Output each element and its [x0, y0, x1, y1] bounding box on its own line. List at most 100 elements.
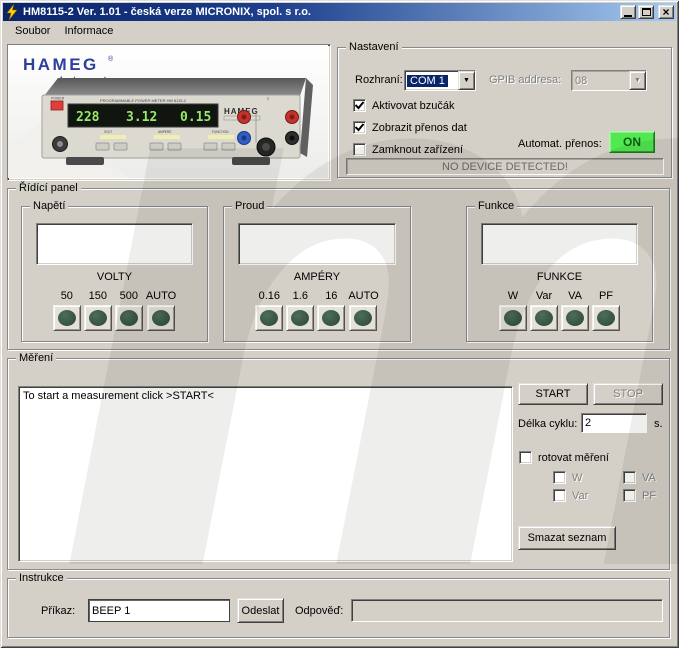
settings-legend: Nastavení — [346, 41, 402, 53]
command-input[interactable] — [88, 599, 230, 622]
range-label: 500 — [120, 290, 138, 302]
transfer-label: Zobrazit přenos dat — [372, 122, 467, 134]
svg-text:VOLT: VOLT — [104, 130, 112, 134]
check-icon — [354, 100, 365, 111]
svg-text:⏚: ⏚ — [266, 95, 270, 101]
function-legend: Funkce — [475, 200, 517, 212]
current-range-auto-button[interactable] — [349, 305, 377, 331]
voltage-range-50-button[interactable] — [53, 305, 81, 331]
function-w-button[interactable] — [499, 305, 527, 331]
current-group: Proud AMPÉRY 0.16 1.6 16 AUTO — [223, 206, 411, 342]
gpib-combo: 08 ▼ — [571, 70, 647, 91]
gpib-label: GPIB addresa: — [489, 74, 561, 86]
display-value-amps: 3.12 — [126, 110, 157, 125]
range-label: 1.6 — [293, 290, 308, 302]
rotate-va-label: VA — [642, 472, 656, 484]
device-photo: HAMEG ® Instruments POWER PROGRAMMABLE P… — [7, 44, 331, 181]
check-icon — [354, 122, 365, 133]
rotate-w-label: W — [572, 472, 582, 484]
function-meter-display — [481, 223, 638, 265]
window-title: HM8115-2 Ver. 1.01 - česká verze MICRONI… — [23, 6, 618, 18]
function-var-button[interactable] — [530, 305, 558, 331]
voltage-range-buttons: 50 150 500 AUTO — [22, 290, 207, 331]
rotate-checkbox-row: rotovat měření — [519, 451, 609, 464]
instructions-group: Instrukce Příkaz: Odeslat Odpověď: — [7, 578, 670, 638]
menu-bar: Soubor Informace — [3, 21, 676, 40]
interface-combo-arrow-icon[interactable]: ▼ — [458, 71, 475, 90]
function-meter-label: FUNKCE — [467, 271, 652, 283]
auto-transfer-toggle[interactable]: ON — [609, 131, 655, 153]
interface-combo-value: COM 1 — [407, 75, 448, 87]
voltage-legend: Napětí — [30, 200, 68, 212]
transfer-checkbox[interactable] — [353, 121, 366, 134]
current-range-16-button[interactable] — [286, 305, 314, 331]
led-icon — [58, 310, 76, 326]
cycle-length-label: Délka cyklu: — [518, 418, 577, 430]
rotate-checkbox[interactable] — [519, 451, 532, 464]
cycle-length-input[interactable] — [581, 413, 647, 433]
voltage-range-auto-button[interactable] — [147, 305, 175, 331]
led-icon — [322, 310, 340, 326]
clear-list-button[interactable]: Smazat seznam — [518, 526, 616, 550]
svg-text:AMPERE: AMPERE — [158, 130, 171, 134]
menu-informace[interactable]: Informace — [58, 23, 119, 39]
rotate-pf-label: PF — [642, 490, 656, 502]
rotate-pf-row: PF — [623, 489, 656, 502]
display-value-volts: 228 — [76, 110, 100, 125]
display-value-watts: 0.15 — [180, 110, 211, 125]
lock-label: Zamknout zařízení — [372, 144, 463, 156]
current-meter-label: AMPÉRY — [224, 271, 410, 283]
function-va-button[interactable] — [561, 305, 589, 331]
app-window: HM8115-2 Ver. 1.01 - česká verze MICRONI… — [0, 0, 679, 648]
current-range-016-button[interactable] — [255, 305, 283, 331]
auto-transfer-label: Automat. přenos: — [518, 138, 602, 150]
close-button[interactable]: × — [658, 5, 674, 19]
cycle-unit-label: s. — [654, 418, 663, 430]
rotate-var-label: Var — [572, 490, 588, 502]
function-pf-button[interactable] — [592, 305, 620, 331]
gpib-combo-arrow-icon: ▼ — [629, 71, 646, 90]
command-label: Příkaz: — [41, 605, 75, 617]
led-icon — [504, 310, 522, 326]
gpib-combo-value: 08 — [572, 71, 629, 90]
voltage-range-500-button[interactable] — [115, 305, 143, 331]
svg-text:POWER: POWER — [51, 97, 65, 101]
function-buttons: W Var VA PF — [467, 290, 652, 331]
current-legend: Proud — [232, 200, 267, 212]
voltage-group: Napětí VOLTY 50 150 500 AUTO — [21, 206, 208, 342]
app-lightning-icon — [5, 4, 19, 20]
function-label: PF — [599, 290, 613, 302]
led-icon — [260, 310, 278, 326]
led-icon — [152, 310, 170, 326]
title-bar: HM8115-2 Ver. 1.01 - česká verze MICRONI… — [3, 3, 676, 21]
voltage-range-150-button[interactable] — [84, 305, 112, 331]
buzzer-checkbox[interactable] — [353, 99, 366, 112]
led-icon — [89, 310, 107, 326]
voltage-meter-label: VOLTY — [22, 271, 207, 283]
buzzer-checkbox-row: Aktivovat bzučák — [353, 99, 455, 112]
current-meter-display — [238, 223, 396, 265]
lock-checkbox[interactable] — [353, 143, 366, 156]
led-icon — [291, 310, 309, 326]
panel-title-text: PROGRAMMABLE POWER METER HM 8115-2 — [100, 98, 187, 103]
interface-combo[interactable]: COM 1 ▼ — [404, 70, 476, 91]
current-range-160-button[interactable] — [317, 305, 345, 331]
minimize-button[interactable] — [620, 5, 636, 19]
rotate-var-checkbox — [553, 489, 566, 502]
send-button[interactable]: Odeslat — [237, 598, 284, 623]
rotate-label: rotovat měření — [538, 452, 609, 464]
measurement-group: Měření To start a measurement click >STA… — [7, 358, 670, 570]
stop-button[interactable]: STOP — [593, 383, 663, 405]
lock-checkbox-row: Zamknout zařízení — [353, 143, 463, 156]
led-icon — [120, 310, 138, 326]
voltage-meter-display — [36, 223, 193, 265]
current-range-buttons: 0.16 1.6 16 AUTO — [224, 290, 410, 331]
start-button[interactable]: START — [518, 383, 588, 405]
rotate-va-checkbox — [623, 471, 636, 484]
menu-soubor[interactable]: Soubor — [9, 23, 56, 39]
measurement-listbox[interactable]: To start a measurement click >START< — [18, 386, 513, 562]
minimize-icon — [624, 15, 632, 17]
maximize-button[interactable] — [638, 5, 654, 19]
maximize-icon — [642, 8, 651, 16]
range-label: AUTO — [146, 290, 176, 302]
